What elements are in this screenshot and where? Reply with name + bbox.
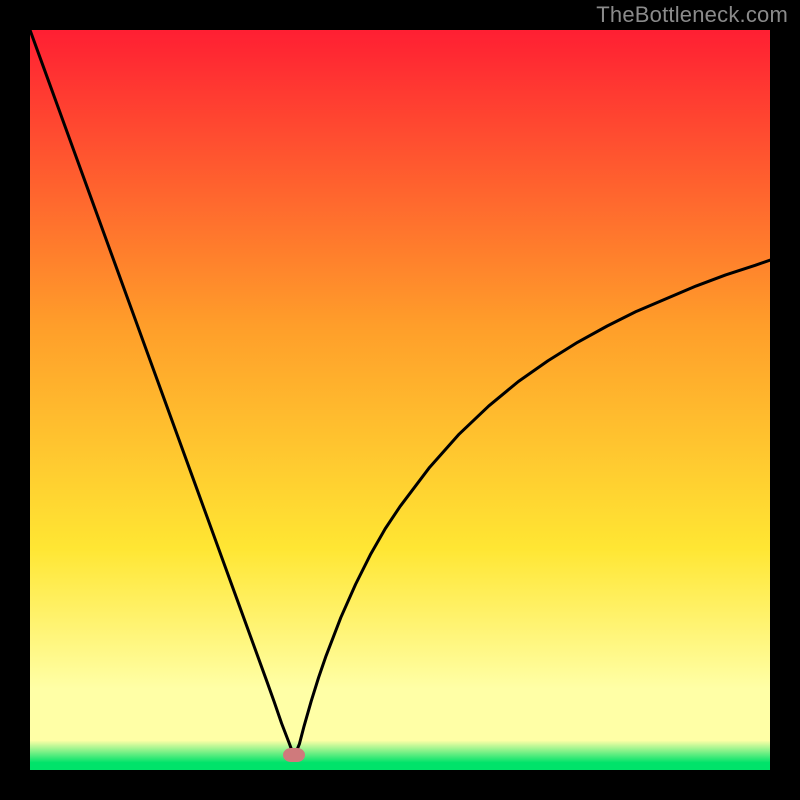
watermark-text: TheBottleneck.com [596,2,788,28]
chart-frame: TheBottleneck.com [0,0,800,800]
plot-area [30,30,770,770]
bottleneck-curve [30,30,770,770]
minimum-marker [283,748,305,762]
